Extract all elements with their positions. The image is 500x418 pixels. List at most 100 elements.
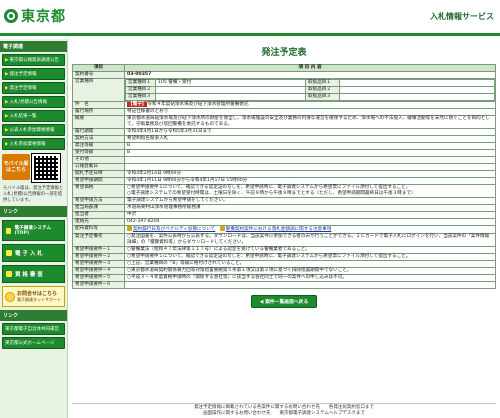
arrow-icon: ▶ (5, 86, 9, 91)
sidebar: 電子調達 ▶東京都公報発表調達公告 ▶発注予定情報 ▶発注予定情報 ▶入札/見積… (0, 39, 68, 418)
row-label: 配布資料等 (72, 225, 125, 234)
arrow-icon: ▶ (5, 142, 9, 147)
system-icon (6, 227, 12, 234)
row-label: 発注予定備考 (72, 233, 125, 247)
footer-helpdesk-line: 画面操作に関するお問い合わせ先 東京都電子調達システムヘルプデスクまで (203, 411, 365, 416)
arrow-icon: ▶ (5, 114, 9, 119)
row-label: 営業種目 (72, 78, 125, 102)
review-icon (6, 271, 12, 277)
pdf-icon (219, 226, 225, 231)
row-label: 履行場所 (72, 108, 125, 116)
e-procurement-top-button[interactable]: 電子調達システム(TOP) (2, 220, 65, 241)
row-label: 件 名 (72, 101, 125, 109)
row-label: 希望申請要件−４ (72, 267, 125, 275)
table-row: 契約方法 希望制指名競争入札 (72, 135, 496, 143)
method-value: 希望制指名競争入札 (124, 135, 496, 143)
order-plan-table: 項目 項 目 内 容 契約番号 03-00357 営業種目 営業種目１ 105 … (72, 64, 496, 289)
qualification-review-button[interactable]: 資 格 審 査 (2, 265, 65, 283)
table-row: 履行場所 特記仕様書のとおり (72, 108, 496, 116)
support-face-icon (5, 291, 15, 302)
table-row: 概要 東京都水道局砧浄水場及び砧下浄水所の財産を保全し、浄水場施設の安全及び業務… (72, 115, 496, 129)
sidebar-section-links: リンク (0, 206, 67, 217)
contract-number: 03-00357 (124, 71, 496, 79)
sidebar-link-order-plan-1[interactable]: ▶発注予定情報 (2, 68, 65, 80)
tokyo-logo[interactable]: 東京都 (4, 6, 66, 26)
mobile-version-button[interactable]: モバイル版 はこちら (2, 154, 30, 180)
table-row: 件 名 【電子】令和４年度砧浄水場及び砧下浄水管理所警備委託 (72, 101, 496, 109)
row-label: 希望申請要件−６ (72, 281, 125, 289)
table-row: 希望申請要件−２ ○希望申請要件１について、確認できる認定証の写しを、希望申請時… (72, 253, 496, 261)
row-label: 担当者 (72, 211, 125, 219)
table-row: 希望申請要件−４ ○東京都水道局契約関係暴力団等対策措置要綱第５条第１項又は第２… (72, 267, 496, 275)
table-row: 希望価格 ○希望申請要件１について、確認できる認定証の写しを、希望申請時に、電子… (72, 184, 496, 198)
row-label: 公報登載日 (72, 163, 125, 171)
req-5-value: ○平成３・４年度資格申請時の「関係する会社等」に該当する会社同士で同一の案件への… (124, 274, 496, 282)
row-label: 契約方法 (72, 135, 125, 143)
table-row: 配布資料等 契約履行日及びペナルティ加算について 警備契約案件における落札金額調… (72, 225, 496, 234)
row-label: 概要 (72, 115, 125, 129)
e-bidding-button[interactable]: 電 子 入 札 (2, 244, 65, 262)
sidebar-link-official-site[interactable]: 東京都公式ホームページ (2, 337, 65, 349)
sidebar-link-joint-operation[interactable]: 東京都電子自治体共同運営 (2, 323, 65, 335)
req-6-value (124, 281, 496, 289)
open-value: 令和4年2月14日 9時00分 (124, 170, 496, 178)
mobile-box: モバイル版 はこちら (2, 153, 65, 183)
table-row: 担当者 中沢 (72, 211, 496, 219)
table-row: 開札予定日時 令和4年2月14日 9時00分 (72, 170, 496, 178)
sidebar-link-order-plan-2[interactable]: ▶発注予定情報 (2, 82, 65, 94)
table-row: 履行期間 令和4年4月1日から令和5年3月31日まで (72, 128, 496, 136)
table-row: 希望申請方法 電子調達システムから希望申請をしてください。 (72, 197, 496, 205)
announce-value (124, 163, 496, 171)
apply-method-value: 電子調達システムから希望申請をしてください。 (124, 197, 496, 205)
row-label: 希望申請方法 (72, 197, 125, 205)
arrow-icon: ▶ (5, 128, 9, 133)
back-to-list-button[interactable]: ◀ 案件一覧画面へ戻る (251, 295, 317, 308)
table-row: 営業種目 営業種目１ 105 警備・受付 取扱品目１ 営業種目２ 取扱品目２ 営… (72, 78, 496, 102)
table-row: 公報登載日 (72, 163, 496, 171)
table-row: 希望申請期間 令和4年1月11日 9時00分から令和4年1月17日 15時00分 (72, 177, 496, 185)
fulfillment-value: 特記仕様書のとおり (124, 108, 496, 116)
helpdesk-button[interactable]: お問合せはこちら 電子調達ネットサポート (2, 286, 65, 307)
row-label: 開札予定日時 (72, 170, 125, 178)
mobile-note: モバイル版は、発注予定情報と入札(見積)公告情報の一部を提供しています。 (3, 186, 64, 203)
table-row: その他 (72, 156, 496, 164)
sidebar-section-title: 電子調達 (0, 41, 67, 52)
row-label: 受付等級 (72, 149, 125, 157)
req-3-value: ○上記、営業種目の「B」等級に格付けされていること。 (124, 260, 496, 268)
sidebar-link-qualification[interactable]: ▶入札参加資格情報 (2, 138, 65, 150)
receive-grade-value: B (124, 149, 496, 157)
sidebar-link-public-qualification[interactable]: ▶公表入札参加資格情報 (2, 124, 65, 136)
docs-link-penalty[interactable]: 契約履行日及びペナルティ加算について (133, 227, 215, 232)
main-content: 発注予定表 項目 項 目 内 容 契約番号 03-00357 営業種目 営業種目… (72, 39, 496, 418)
bid-icon (6, 250, 12, 256)
table-row: 希望申請要件−５ ○平成３・４年度資格申請時の「関係する会社等」に該当する会社同… (72, 274, 496, 282)
other-value (124, 156, 496, 164)
row-label: 希望申請要件−１ (72, 246, 125, 254)
row-label: 契約番号 (72, 71, 125, 79)
reason-value: ○発注図書を、案件公表時から公表する。ダウンロードは、当該案件に参加できる者のみ… (124, 233, 496, 247)
arrow-icon: ▶ (5, 72, 9, 77)
arrow-icon: ▶ (5, 100, 9, 105)
site-header: 東京都 入札情報サービス (0, 0, 500, 36)
table-row: 担当局部課 水道局東村山浄水管理事務所総務課 (72, 204, 496, 212)
req-1-value: ○警備業法（昭和４７年法律第１１７号）による認定を受けている警備業者であること。 (124, 246, 496, 254)
req-4-value: ○東京都水道局契約関係暴力団等対策措置要綱第５条第１項又は第２項に基づく排除措置… (124, 267, 496, 275)
footer: 発注予定情報に掲載されている各案件に関するお問い合わせ先 各発注局契約窓口まで … (72, 403, 496, 417)
page-title: 発注予定表 (261, 48, 307, 58)
row-label: 希望申請要件−２ (72, 253, 125, 261)
sidebar-link-bid-notice[interactable]: ▶入札/見積公告情報 (2, 96, 65, 108)
period-value: 令和4年4月1日から令和5年3月31日まで (124, 128, 496, 136)
person-value: 中沢 (124, 211, 496, 219)
arrow-icon: ▶ (5, 58, 9, 63)
row-label: 希望価格 (72, 184, 125, 198)
service-title: 入札情報サービス (430, 12, 494, 21)
sidebar-link-bid-results[interactable]: ▶入札結果一覧 (2, 110, 65, 122)
business-type-table: 営業種目１ 105 警備・受付 取扱品目１ 営業種目２ 取扱品目２ 営業種目３ (125, 79, 495, 101)
sidebar-link-kohou[interactable]: ▶東京都公報発表調達公告 (2, 54, 65, 66)
table-row: 連絡先 042-397-8204 (72, 218, 496, 226)
electronic-tag: 【電子】 (127, 102, 148, 107)
req-2-value: ○希望申請要件１について、確認できる認定証の写しを、希望申請時に、電子調達システ… (124, 253, 496, 261)
pdf-icon (127, 226, 132, 231)
docs-link-guard-notice[interactable]: 警備契約案件における落札金額調に関する注意事項 (226, 227, 332, 232)
qr-code-icon (31, 153, 61, 183)
